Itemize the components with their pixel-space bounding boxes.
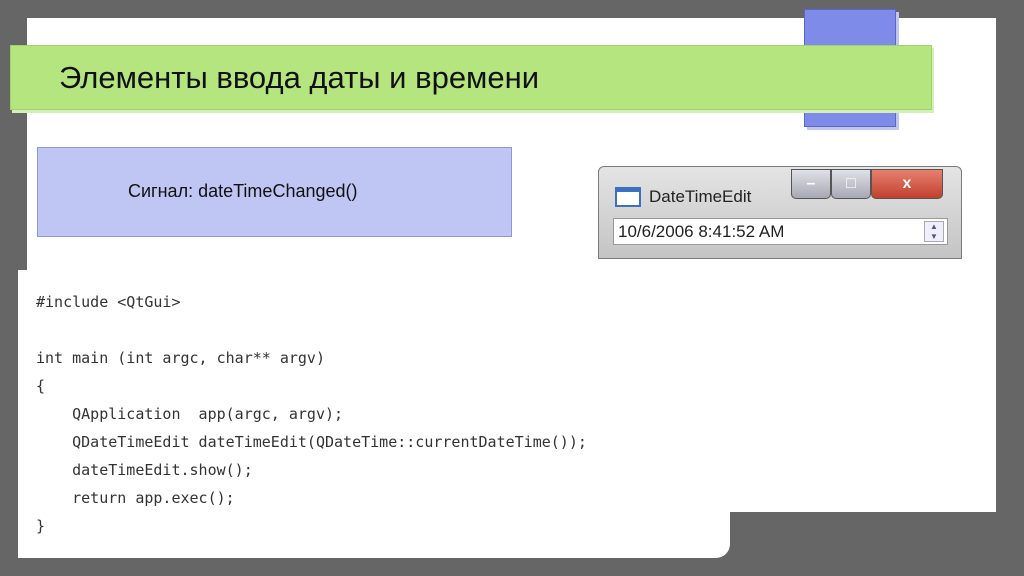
code-box: #include <QtGui> int main (int argc, cha…: [18, 270, 730, 558]
minimize-button[interactable]: –: [791, 169, 831, 199]
signal-box: Сигнал: dateTimeChanged(): [37, 147, 512, 237]
datetime-input[interactable]: 10/6/2006 8:41:52 AM ▲ ▼: [613, 218, 948, 245]
spin-buttons[interactable]: ▲ ▼: [924, 221, 944, 242]
maximize-button[interactable]: □: [831, 169, 871, 199]
signal-text: Сигнал: dateTimeChanged(): [128, 181, 358, 201]
window-title: DateTimeEdit: [649, 187, 752, 206]
slide-title: Элементы ввода даты и времени: [59, 60, 540, 95]
spin-down-icon[interactable]: ▼: [925, 232, 943, 242]
datetimeedit-window: DateTimeEdit – □ x 10/6/2006 8:41:52 AM …: [598, 166, 962, 259]
spin-up-icon[interactable]: ▲: [925, 222, 943, 232]
window-icon: [615, 187, 641, 207]
datetime-value: 10/6/2006 8:41:52 AM: [618, 222, 785, 241]
close-button[interactable]: x: [871, 169, 943, 199]
code-listing: #include <QtGui> int main (int argc, cha…: [36, 293, 587, 535]
title-bar: Элементы ввода даты и времени: [10, 45, 932, 110]
